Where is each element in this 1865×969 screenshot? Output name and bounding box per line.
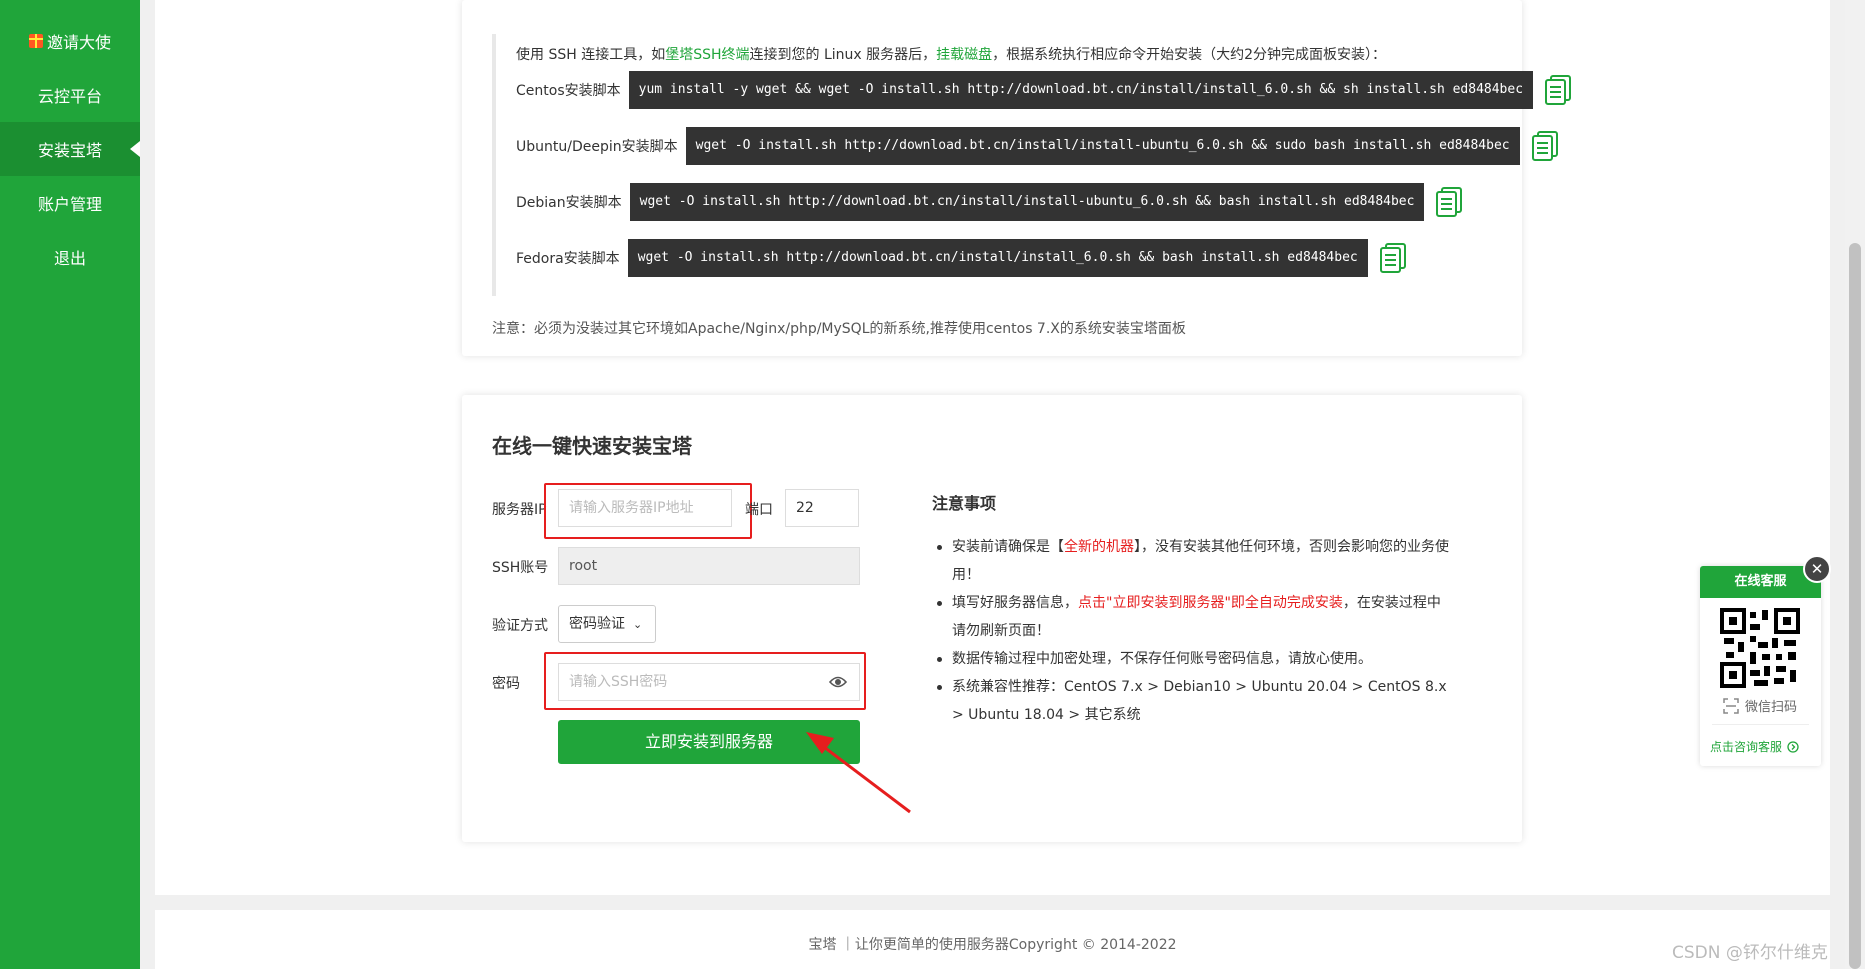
- footer: 宝塔 ｜让你更简单的使用服务器Copyright © 2014-2022: [155, 910, 1830, 969]
- sidebar-item-label: 云控平台: [37, 87, 102, 106]
- sidebar-item-label: 退出: [53, 249, 86, 268]
- server-ip-label: 服务器IP: [492, 502, 547, 518]
- ssh-intro-prefix: 使用 SSH 连接工具，如: [516, 47, 666, 63]
- chevron-right-icon: [1787, 740, 1799, 753]
- auth-method-value: 密码验证: [569, 616, 625, 632]
- sidebar: 邀请大使 云控平台 安装宝塔 账户管理 退出: [0, 0, 140, 969]
- sidebar-item-cloud-control[interactable]: 云控平台: [0, 68, 140, 122]
- online-install-card: 在线一键快速安装宝塔 服务器IP 请输入服务器IP地址 端口 22 SSH账号 …: [462, 395, 1522, 842]
- list-item: 系统兼容性推荐：CentOS 7.x > Debian10 > Ubuntu 2…: [932, 673, 1452, 729]
- annotation-arrow-icon: [806, 732, 911, 814]
- chevron-down-icon: ⌄: [633, 618, 643, 631]
- wechat-scan-row: 微信扫码: [1715, 696, 1805, 715]
- ssh-scripts-block: 使用 SSH 连接工具，如堡塔SSH终端连接到您的 Linux 服务器后，挂载磁…: [492, 34, 1572, 296]
- copy-icon[interactable]: [1379, 243, 1406, 273]
- ssh-intro-middle: 连接到您的 Linux 服务器后，: [749, 47, 937, 63]
- note-highlight: 全新的机器: [1064, 539, 1134, 555]
- script-command[interactable]: wget -O install.sh http://download.bt.cn…: [685, 127, 1520, 165]
- note-text: 安装前请确保是【: [952, 539, 1064, 555]
- script-label: Fedora安装脚本: [516, 251, 620, 267]
- port-label: 端口: [745, 502, 773, 518]
- gift-icon: [28, 34, 43, 48]
- scrollbar-thumb[interactable]: [1849, 243, 1861, 969]
- divider: [1712, 724, 1809, 725]
- script-row-fedora: Fedora安装脚本 wget -O install.sh http://dow…: [516, 239, 1406, 277]
- customer-service-panel: 在线客服 微信扫码 点击咨询客服: [1700, 566, 1821, 766]
- close-icon[interactable]: ✕: [1803, 555, 1831, 583]
- script-command[interactable]: yum install -y wget && wget -O install.s…: [628, 71, 1534, 109]
- script-row-centos: Centos安装脚本 yum install -y wget && wget -…: [516, 71, 1572, 109]
- qr-code-icon: [1720, 608, 1800, 688]
- sidebar-item-label: 账户管理: [37, 195, 102, 214]
- sidebar-item-install[interactable]: 安装宝塔: [0, 122, 140, 176]
- sidebar-item-logout[interactable]: 退出: [0, 230, 140, 284]
- highlight-box: [544, 483, 752, 539]
- list-item: 安装前请确保是【全新的机器】，没有安装其他任何环境，否则会影响您的业务使用！: [932, 533, 1452, 589]
- ssh-intro-text: 使用 SSH 连接工具，如堡塔SSH终端连接到您的 Linux 服务器后，挂载磁…: [516, 44, 1386, 64]
- ssh-account-label: SSH账号: [492, 560, 549, 576]
- environment-note: 注意：必须为没装过其它环境如Apache/Nginx/php/MySQL的新系统…: [492, 321, 1186, 337]
- notes-title: 注意事项: [932, 494, 997, 513]
- sidebar-item-label: 安装宝塔: [37, 141, 102, 160]
- note-text: 填写好服务器信息，: [952, 595, 1078, 611]
- script-label: Centos安装脚本: [516, 83, 621, 99]
- ssh-account-input[interactable]: root: [558, 547, 860, 585]
- script-row-ubuntu: Ubuntu/Deepin安装脚本 wget -O install.sh htt…: [516, 127, 1558, 165]
- script-label: Debian安装脚本: [516, 195, 622, 211]
- wechat-scan-label: 微信扫码: [1744, 700, 1797, 715]
- script-command[interactable]: wget -O install.sh http://download.bt.cn…: [629, 183, 1425, 221]
- sidebar-item-invite[interactable]: 邀请大使: [0, 14, 140, 68]
- sidebar-item-label: 邀请大使: [46, 33, 111, 52]
- scan-icon: [1723, 697, 1739, 714]
- ssh-install-card: 使用 SSH 连接工具，如堡塔SSH终端连接到您的 Linux 服务器后，挂载磁…: [462, 0, 1572, 356]
- mount-disk-link[interactable]: 挂载磁盘: [936, 47, 992, 63]
- consult-link[interactable]: 点击咨询客服: [1710, 738, 1799, 755]
- password-label: 密码: [492, 676, 520, 692]
- copy-icon[interactable]: [1545, 75, 1572, 105]
- auth-method-select[interactable]: 密码验证 ⌄: [558, 605, 656, 643]
- auth-method-label: 验证方式: [492, 618, 548, 634]
- script-command[interactable]: wget -O install.sh http://download.bt.cn…: [627, 239, 1368, 277]
- copy-icon[interactable]: [1531, 131, 1558, 161]
- ssh-intro-suffix: ，根据系统执行相应命令开始安装（大约2分钟完成面板安装）：: [992, 47, 1387, 63]
- port-input[interactable]: 22: [785, 489, 859, 527]
- consult-label: 点击咨询客服: [1710, 740, 1783, 754]
- list-item: 填写好服务器信息，点击"立即安装到服务器"即全自动完成安装，在安装过程中请勿刷新…: [932, 589, 1452, 645]
- script-row-debian: Debian安装脚本 wget -O install.sh http://dow…: [516, 183, 1463, 221]
- notes-list: 安装前请确保是【全新的机器】，没有安装其他任何环境，否则会影响您的业务使用！ 填…: [932, 533, 1452, 729]
- script-label: Ubuntu/Deepin安装脚本: [516, 139, 678, 155]
- install-card-title: 在线一键快速安装宝塔: [492, 434, 692, 458]
- sidebar-item-account[interactable]: 账户管理: [0, 176, 140, 230]
- note-highlight: 点击"立即安装到服务器"即全自动完成安装: [1078, 595, 1343, 611]
- watermark: CSDN @钚尔什维克: [1672, 943, 1828, 963]
- highlight-box: [544, 652, 866, 710]
- bt-ssh-terminal-link[interactable]: 堡塔SSH终端: [665, 47, 749, 63]
- list-item: 数据传输过程中加密处理，不保存任何账号密码信息，请放心使用。: [932, 645, 1452, 673]
- copy-icon[interactable]: [1436, 187, 1463, 217]
- footer-copyright: 宝塔 ｜让你更简单的使用服务器Copyright © 2014-2022: [808, 937, 1177, 953]
